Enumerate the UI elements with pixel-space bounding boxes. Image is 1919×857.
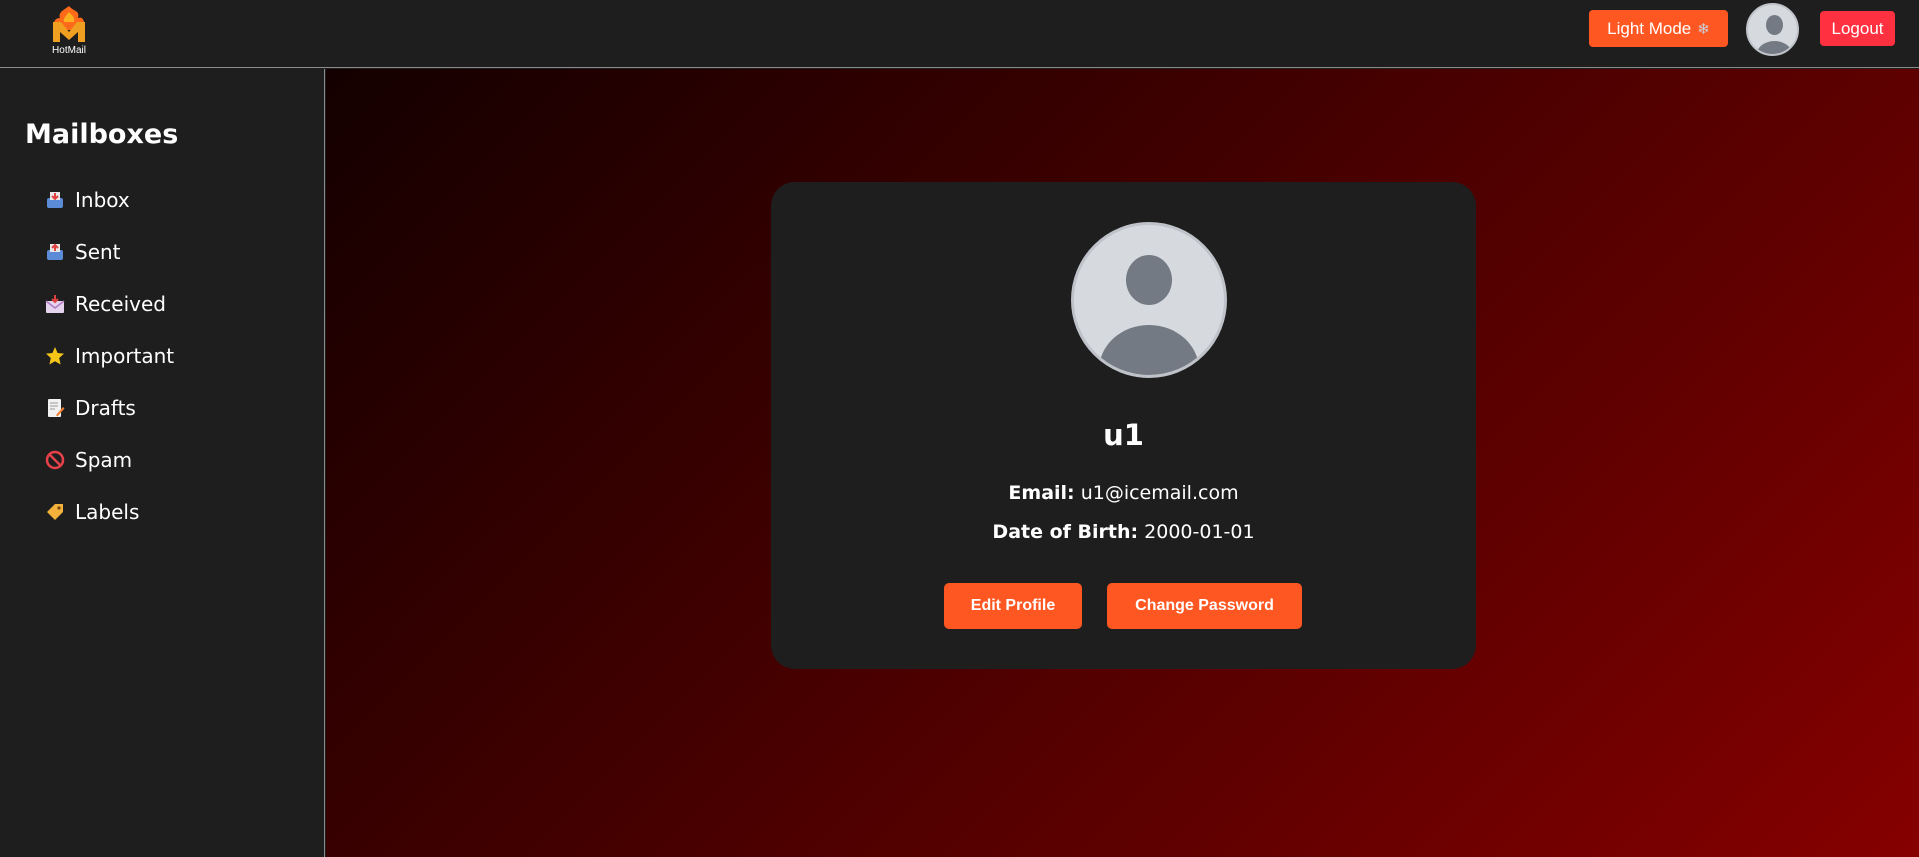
sidebar-item-spam[interactable]: Spam	[45, 448, 174, 500]
sidebar-item-important[interactable]: Important	[45, 344, 174, 396]
profile-card: u1 Email: u1@icemail.com Date of Birth: …	[771, 182, 1476, 669]
logo-text: HotMail	[52, 45, 86, 56]
sidebar: Mailboxes Inbox Sent Received Important	[0, 69, 325, 857]
light-mode-label: Light Mode	[1607, 18, 1692, 38]
email-value: u1@icemail.com	[1080, 482, 1239, 504]
label-tag-icon	[45, 502, 65, 522]
top-navbar: HotMail Light Mode ❄ Logout	[0, 0, 1919, 68]
profile-avatar-button[interactable]	[1746, 3, 1799, 56]
sidebar-item-inbox[interactable]: Inbox	[45, 188, 174, 240]
sidebar-item-label: Received	[75, 292, 166, 316]
sidebar-item-received[interactable]: Received	[45, 292, 174, 344]
memo-icon	[45, 398, 65, 418]
profile-username: u1	[1103, 418, 1144, 452]
sidebar-item-labels[interactable]: Labels	[45, 500, 174, 552]
logout-button[interactable]: Logout	[1820, 11, 1895, 46]
profile-dob-row: Date of Birth: 2000-01-01	[771, 521, 1476, 543]
flame-m-logo-icon	[53, 6, 85, 42]
prohibited-icon	[45, 450, 65, 470]
user-silhouette-icon	[1756, 15, 1793, 54]
outbox-tray-icon	[45, 242, 65, 262]
hotmail-logo[interactable]: HotMail	[44, 4, 94, 56]
sidebar-item-sent[interactable]: Sent	[45, 240, 174, 292]
sidebar-item-label: Drafts	[75, 396, 136, 420]
change-password-button[interactable]: Change Password	[1107, 583, 1302, 629]
sidebar-item-label: Labels	[75, 500, 140, 524]
sidebar-item-label: Important	[75, 344, 175, 368]
incoming-envelope-icon	[45, 294, 65, 314]
sidebar-item-label: Spam	[75, 448, 133, 472]
edit-profile-button[interactable]: Edit Profile	[944, 583, 1082, 629]
email-label: Email:	[1008, 482, 1075, 504]
user-silhouette-icon	[1099, 255, 1199, 375]
profile-email-row: Email: u1@icemail.com	[771, 482, 1476, 504]
light-mode-button[interactable]: Light Mode ❄	[1589, 10, 1728, 47]
sidebar-item-label: Sent	[75, 240, 121, 264]
sidebar-item-drafts[interactable]: Drafts	[45, 396, 174, 448]
snowflake-icon: ❄	[1697, 20, 1710, 38]
main-content: u1 Email: u1@icemail.com Date of Birth: …	[326, 69, 1919, 857]
sidebar-item-label: Inbox	[75, 188, 130, 212]
profile-avatar	[1071, 222, 1227, 378]
star-icon	[45, 346, 65, 366]
sidebar-title: Mailboxes	[25, 119, 179, 150]
dob-label: Date of Birth:	[992, 521, 1139, 543]
inbox-tray-icon	[45, 190, 65, 210]
mailbox-list: Inbox Sent Received Important Drafts Spa…	[45, 188, 174, 552]
dob-value: 2000-01-01	[1144, 521, 1255, 543]
